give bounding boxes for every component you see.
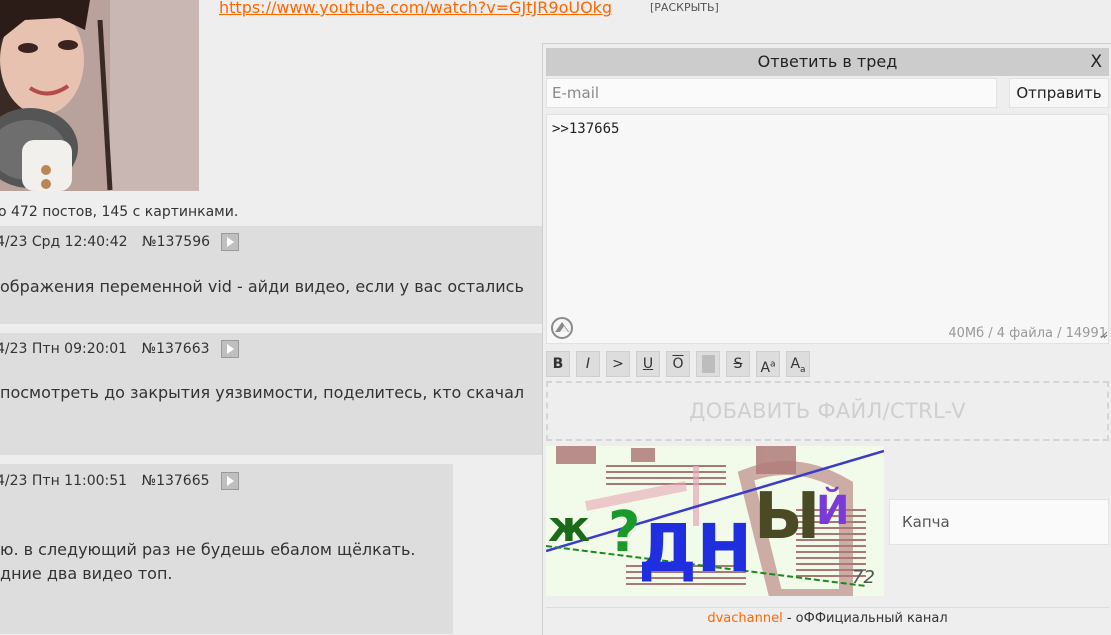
post-number-link[interactable]: №137663 (142, 341, 210, 357)
post-header: 4/23 Птн 09:20:01 №137663 (0, 340, 239, 358)
post-header: 4/23 Срд 12:40:42 №137596 (0, 233, 240, 251)
divider (546, 607, 1109, 608)
play-icon[interactable] (220, 472, 239, 490)
post-text-line: ю. в следующий раз не будешь ебалом щёлк… (0, 540, 416, 559)
op-video-link[interactable]: https://www.youtube.com/watch?v=GJtJR9oU… (219, 0, 612, 17)
italic-button[interactable]: I (576, 351, 600, 377)
channel-link[interactable]: dvachannel (707, 611, 782, 626)
post: 4/23 Срд 12:40:42 №137596 ображения пере… (0, 226, 542, 324)
post-number-link[interactable]: №137596 (142, 234, 210, 250)
spoiler-block-icon (701, 355, 715, 373)
post-text: ображения переменной vid - айди видео, е… (0, 275, 524, 299)
sticker-icon[interactable] (551, 317, 573, 339)
captcha-image[interactable]: ж ? ДН Ы Й 72 (546, 446, 884, 596)
strike-button[interactable]: S (726, 351, 750, 377)
close-button[interactable]: X (1090, 48, 1102, 76)
overline-button[interactable]: O (666, 351, 690, 377)
file-dropzone[interactable]: ДОБАВИТЬ ФАЙЛ/CTRL-V (546, 381, 1109, 441)
captcha-char: Ы (754, 480, 820, 554)
reply-form-title: Ответить в тред (757, 52, 898, 71)
underline-button[interactable]: U (636, 351, 660, 377)
superscript-button[interactable]: Aa (756, 351, 780, 377)
bold-button[interactable]: B (546, 351, 570, 377)
spoiler-button[interactable] (696, 351, 720, 377)
captcha-char: ж (548, 502, 590, 551)
post-text-line: дние два видео топ. (0, 564, 173, 583)
post-date: 4/23 Срд 12:40:42 (0, 234, 128, 250)
reply-form-header[interactable]: Ответить в тред X (546, 48, 1109, 76)
op-image[interactable] (0, 0, 199, 191)
play-icon[interactable] (221, 233, 240, 251)
post-date: 4/23 Птн 09:20:01 (0, 341, 128, 357)
channel-note-text: - оФФициальный канал (786, 611, 948, 626)
omitted-posts-info: о 472 постов, 145 с картинками. (0, 204, 239, 220)
post-text: ю. в следующий раз не будешь ебалом щёлк… (0, 538, 415, 586)
resize-grip-icon[interactable] (1100, 331, 1108, 339)
post: 4/23 Птн 11:00:51 №137665 ю. в следующий… (0, 464, 453, 634)
upload-limits: 40Мб / 4 файла / 14991 (948, 326, 1107, 341)
captcha-field[interactable] (889, 499, 1109, 545)
subscript-icon: Aa (790, 356, 806, 375)
captcha-char: ? (608, 500, 640, 565)
post: 4/23 Птн 09:20:01 №137663 посмотреть до … (0, 333, 542, 455)
reply-form: Ответить в тред X Отправить >>137665 40М… (542, 43, 1111, 635)
comment-textarea[interactable]: >>137665 (546, 114, 1109, 344)
expand-link[interactable]: [РАСКРЫТЬ] (650, 1, 719, 14)
post-text-line: ображения переменной vid - айди видео, е… (0, 277, 524, 296)
subscript-button[interactable]: Aa (786, 351, 810, 377)
post-number-link[interactable]: №137665 (142, 473, 210, 489)
post-date: 4/23 Птн 11:00:51 (0, 473, 128, 489)
captcha-char: Й (816, 486, 849, 534)
quote-button[interactable]: > (606, 351, 630, 377)
post-text-line: посмотреть до закрытия уязвимости, подел… (0, 383, 525, 402)
channel-note: dvachannel - оФФициальный канал (543, 611, 1111, 626)
email-field[interactable] (546, 78, 997, 108)
play-icon[interactable] (220, 340, 239, 358)
captcha-number: 72 (852, 567, 875, 588)
post-text: посмотреть до закрытия уязвимости, подел… (0, 381, 524, 405)
captcha-char: ДН (638, 510, 752, 587)
superscript-icon: Aa (760, 359, 776, 376)
post-header: 4/23 Птн 11:00:51 №137665 (0, 472, 239, 490)
send-button[interactable]: Отправить (1009, 78, 1109, 108)
